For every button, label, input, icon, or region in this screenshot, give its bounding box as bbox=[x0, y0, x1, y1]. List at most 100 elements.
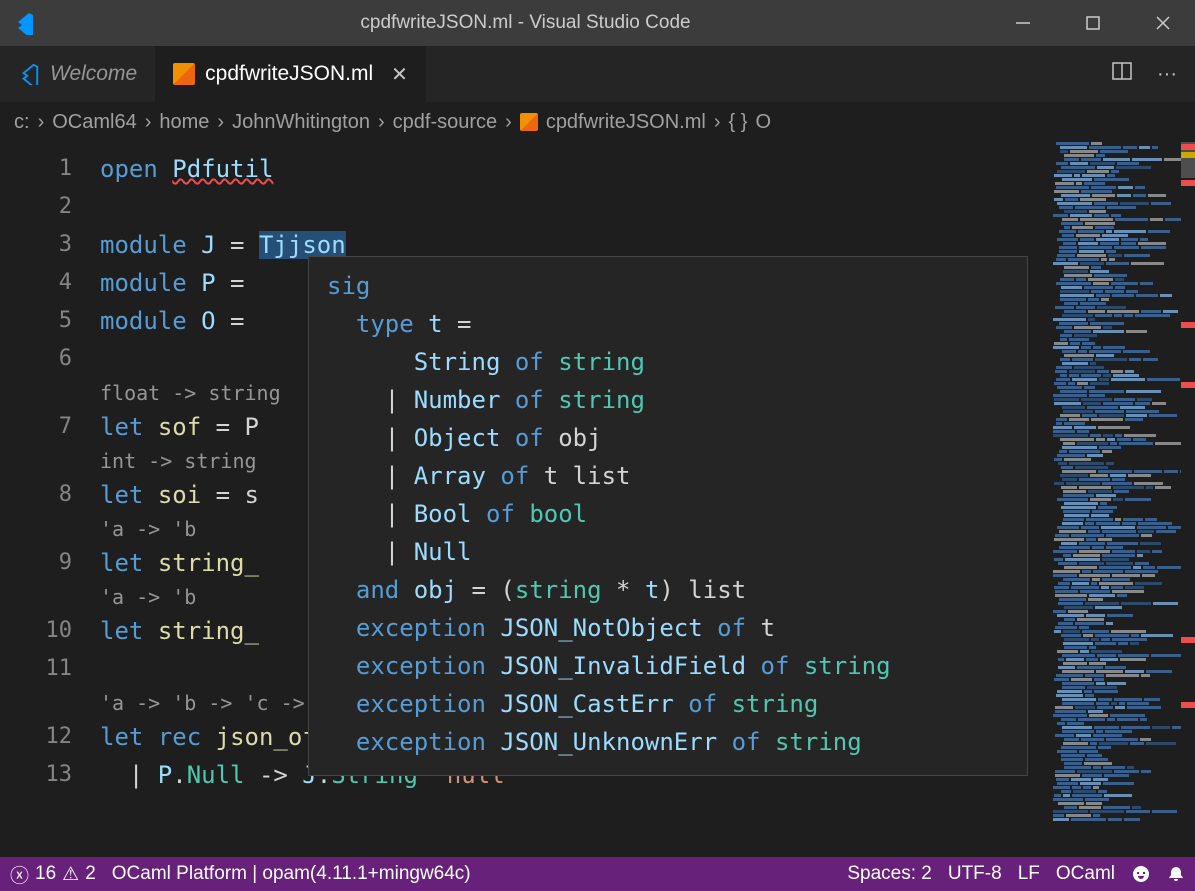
close-tab-icon[interactable]: ✕ bbox=[391, 62, 408, 87]
constructor: Null bbox=[187, 761, 245, 789]
breadcrumb[interactable]: c: › OCaml64 › home › JohnWhitington › c… bbox=[0, 102, 1195, 142]
minimap[interactable] bbox=[1047, 142, 1195, 857]
function-name: string_ bbox=[158, 549, 259, 577]
line-number: 9 bbox=[0, 544, 100, 582]
tab-label: cpdfwriteJSON.ml bbox=[205, 62, 373, 86]
constructor: Array bbox=[414, 462, 486, 490]
tab-welcome[interactable]: Welcome bbox=[0, 46, 155, 102]
eol-status[interactable]: LF bbox=[1018, 863, 1040, 885]
function-name: soi bbox=[158, 481, 201, 509]
line-number: 1 bbox=[0, 150, 100, 188]
gutter: 1 2 3 4 5 6 7 8 9 10 11 12 13 bbox=[0, 142, 100, 857]
ocaml-platform-status[interactable]: OCaml Platform | opam(4.11.1+mingw64c) bbox=[112, 863, 471, 885]
split-editor-icon[interactable] bbox=[1111, 60, 1133, 88]
breadcrumb-seg[interactable]: JohnWhitington bbox=[232, 111, 370, 134]
chevron-right-icon: › bbox=[145, 111, 152, 134]
keyword: of bbox=[732, 728, 761, 756]
error-marker[interactable] bbox=[1181, 702, 1195, 708]
exception: JSON_NotObject bbox=[500, 614, 702, 642]
code: = P bbox=[201, 413, 259, 441]
code-area[interactable]: open Pdfutil module J = Tjjson module P … bbox=[100, 142, 1047, 857]
identifier: P bbox=[201, 269, 215, 297]
line-number: 8 bbox=[0, 476, 100, 514]
type-name: obj bbox=[414, 576, 457, 604]
problems-status[interactable]: ⓧ 16 ⚠ 2 bbox=[10, 861, 96, 888]
keyword: exception bbox=[356, 652, 486, 680]
error-marker[interactable] bbox=[1181, 180, 1195, 186]
tab-active-file[interactable]: cpdfwriteJSON.ml ✕ bbox=[155, 46, 426, 102]
warning-count: 2 bbox=[85, 863, 96, 885]
vscode-logo-icon bbox=[12, 11, 36, 35]
ocaml-file-icon bbox=[173, 63, 195, 85]
braces-icon: { } bbox=[729, 111, 748, 134]
type: string bbox=[804, 652, 891, 680]
module-ref[interactable]: Tjjson bbox=[259, 231, 346, 259]
op: = bbox=[443, 310, 472, 338]
op: * bbox=[602, 576, 645, 604]
breadcrumb-seg[interactable]: home bbox=[159, 111, 209, 134]
line-number: 2 bbox=[0, 188, 100, 226]
identifier: Pdfutil bbox=[172, 155, 273, 183]
notifications-icon[interactable] bbox=[1167, 865, 1185, 883]
more-actions-icon[interactable]: ··· bbox=[1157, 63, 1177, 86]
chevron-right-icon: › bbox=[378, 111, 385, 134]
encoding-status[interactable]: UTF-8 bbox=[948, 863, 1002, 885]
type: obj bbox=[558, 424, 601, 452]
type: string bbox=[775, 728, 862, 756]
keyword: module bbox=[100, 307, 187, 335]
editor[interactable]: 1 2 3 4 5 6 7 8 9 10 11 12 13 open Pdfut… bbox=[0, 142, 1195, 857]
keyword: let bbox=[100, 481, 143, 509]
keyword: of bbox=[515, 348, 544, 376]
constructor: Null bbox=[414, 538, 472, 566]
line-number: 7 bbox=[0, 408, 100, 446]
keyword: module bbox=[100, 269, 187, 297]
breadcrumb-seg[interactable]: OCaml64 bbox=[52, 111, 136, 134]
breadcrumb-seg[interactable]: c: bbox=[14, 111, 30, 134]
line-number: 11 bbox=[0, 650, 100, 688]
op: = ( bbox=[457, 576, 515, 604]
keyword: module bbox=[100, 231, 187, 259]
type: t list bbox=[544, 462, 631, 490]
chevron-right-icon: › bbox=[714, 111, 721, 134]
line-number: 6 bbox=[0, 340, 100, 378]
breadcrumb-seg[interactable]: cpdf-source bbox=[393, 111, 498, 134]
hover-tooltip[interactable]: sig type t = String of string | Number o… bbox=[308, 256, 1028, 776]
keyword: open bbox=[100, 155, 158, 183]
exception: JSON_CastErr bbox=[500, 690, 673, 718]
indentation-status[interactable]: Spaces: 2 bbox=[847, 863, 932, 885]
scrollbar[interactable] bbox=[1181, 142, 1195, 857]
keyword: of bbox=[717, 614, 746, 642]
error-marker[interactable] bbox=[1181, 322, 1195, 328]
maximize-button[interactable] bbox=[1073, 3, 1113, 43]
line-number: 12 bbox=[0, 718, 100, 756]
type: string bbox=[558, 386, 645, 414]
keyword: let bbox=[100, 549, 143, 577]
ocaml-file-icon bbox=[520, 113, 538, 131]
constructor: Object bbox=[414, 424, 501, 452]
line-number: 13 bbox=[0, 756, 100, 794]
error-marker[interactable] bbox=[1181, 382, 1195, 388]
close-button[interactable] bbox=[1143, 3, 1183, 43]
breadcrumb-symbol[interactable]: O bbox=[755, 111, 771, 134]
chevron-right-icon: › bbox=[505, 111, 512, 134]
code: = s bbox=[201, 481, 259, 509]
exception: JSON_InvalidField bbox=[500, 652, 746, 680]
op: | bbox=[100, 761, 158, 789]
exception: JSON_UnknownErr bbox=[500, 728, 717, 756]
warning-marker[interactable] bbox=[1181, 152, 1195, 158]
language-mode-status[interactable]: OCaml bbox=[1056, 863, 1115, 885]
vscode-outline-icon bbox=[18, 63, 40, 85]
line-number: 4 bbox=[0, 264, 100, 302]
error-marker[interactable] bbox=[1181, 144, 1195, 150]
type: string bbox=[732, 690, 819, 718]
constructor: Number bbox=[414, 386, 501, 414]
type: string bbox=[515, 576, 602, 604]
feedback-icon[interactable] bbox=[1131, 864, 1151, 884]
breadcrumb-file[interactable]: cpdfwriteJSON.ml bbox=[546, 111, 706, 134]
error-marker[interactable] bbox=[1181, 637, 1195, 643]
keyword: sig bbox=[327, 272, 370, 300]
minimize-button[interactable] bbox=[1003, 3, 1043, 43]
tab-bar: Welcome cpdfwriteJSON.ml ✕ ··· bbox=[0, 46, 1195, 102]
constructor: String bbox=[414, 348, 501, 376]
type: t bbox=[761, 614, 775, 642]
